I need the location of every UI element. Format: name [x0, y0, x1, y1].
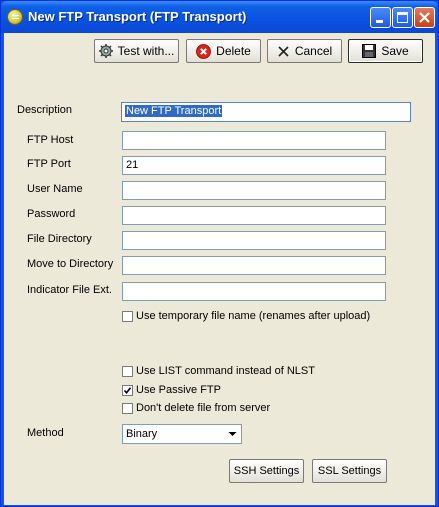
delete-button[interactable]: Delete [186, 39, 261, 63]
method-select[interactable]: Binary [122, 424, 242, 444]
ftp-port-label: FTP Port [27, 158, 71, 170]
ftp-transport-icon [7, 9, 23, 25]
no-delete-checkbox[interactable] [122, 403, 133, 414]
save-disk-icon [362, 44, 377, 58]
close-button[interactable] [414, 7, 435, 28]
test-with-label: Test with... [117, 44, 175, 58]
indicator-file-ext-input[interactable] [122, 282, 386, 301]
close-icon [419, 12, 430, 23]
save-button[interactable]: Save [348, 39, 423, 63]
move-to-directory-input[interactable] [122, 256, 386, 275]
password-input[interactable] [122, 206, 386, 225]
cancel-button[interactable]: Cancel [267, 39, 342, 63]
description-label: Description [17, 104, 73, 116]
cancel-label: Cancel [294, 44, 333, 58]
passive-ftp-label: Use Passive FTP [136, 384, 221, 396]
indicator-file-ext-label: Indicator File Ext. [27, 284, 112, 296]
delete-label: Delete [216, 44, 251, 58]
maximize-button[interactable] [392, 7, 413, 28]
description-input[interactable]: New FTP Transport [121, 102, 411, 122]
minimize-icon [376, 20, 383, 23]
ftp-transport-window: New FTP Transport (FTP Transport) Test w… [0, 0, 439, 507]
ftp-host-label: FTP Host [27, 134, 74, 146]
file-directory-label: File Directory [27, 233, 92, 245]
chevron-down-icon[interactable] [224, 425, 241, 443]
minimize-button[interactable] [370, 7, 391, 28]
save-label: Save [381, 44, 409, 58]
maximize-icon [397, 12, 408, 23]
window-title: New FTP Transport (FTP Transport) [28, 9, 247, 24]
temp-file-checkbox[interactable] [122, 311, 133, 322]
user-name-label: User Name [27, 183, 83, 195]
user-name-input[interactable] [122, 181, 386, 200]
no-delete-label: Don't delete file from server [136, 402, 271, 414]
gear-icon [98, 44, 113, 58]
ftp-port-input[interactable]: 21 [122, 156, 386, 175]
temp-file-label: Use temporary file name (renames after u… [136, 310, 371, 322]
move-to-directory-label: Move to Directory [27, 258, 114, 270]
ssh-settings-button[interactable]: SSH Settings [229, 459, 304, 483]
checkmark-icon [123, 387, 132, 395]
file-directory-input[interactable] [122, 231, 386, 250]
password-label: Password [27, 208, 76, 220]
dialog-body: Test with... Delete Cancel Save Descript… [4, 33, 435, 505]
test-with-button[interactable]: Test with... [94, 39, 179, 63]
passive-ftp-checkbox[interactable] [122, 385, 133, 396]
cancel-x-icon [278, 45, 289, 57]
description-value: New FTP Transport [125, 105, 223, 117]
title-bar[interactable]: New FTP Transport (FTP Transport) [1, 1, 438, 33]
ssl-settings-button[interactable]: SSL Settings [312, 459, 387, 483]
list-command-label: Use LIST command instead of NLST [136, 365, 315, 377]
method-label: Method [27, 427, 64, 439]
list-command-checkbox[interactable] [122, 366, 133, 377]
method-selected-value: Binary [126, 428, 158, 440]
delete-icon [196, 43, 212, 59]
ftp-host-input[interactable] [122, 131, 386, 150]
